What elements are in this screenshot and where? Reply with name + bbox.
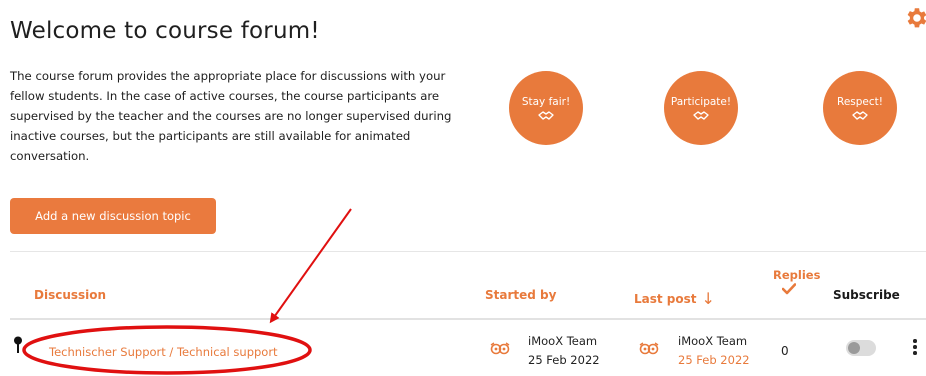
discussion-topic-link[interactable]: Technischer Support / Technical support: [49, 345, 278, 359]
handshake-icon: [852, 110, 868, 120]
column-header-last-post[interactable]: Last post ↓: [634, 288, 715, 308]
column-header-discussion[interactable]: Discussion: [34, 288, 106, 302]
add-discussion-topic-button[interactable]: Add a new discussion topic: [10, 198, 216, 234]
divider: [10, 251, 926, 252]
column-header-started-by[interactable]: Started by: [485, 288, 556, 302]
header-divider: [10, 318, 926, 320]
page-title: Welcome to course forum!: [10, 18, 320, 44]
started-by-user[interactable]: iMooX Team: [528, 334, 597, 348]
more-options-icon[interactable]: [912, 339, 918, 357]
column-header-replies[interactable]: Replies: [773, 268, 820, 282]
badge-label: Stay fair!: [521, 95, 571, 108]
forum-intro-text: The course forum provides the appropriat…: [10, 69, 452, 163]
subscribe-toggle[interactable]: [846, 340, 876, 356]
owl-avatar-icon: [639, 342, 659, 355]
handshake-icon: [693, 110, 709, 120]
badge-respect: Respect!: [823, 71, 897, 145]
badge-stay-fair: Stay fair!: [509, 71, 583, 145]
gear-icon[interactable]: [903, 5, 926, 31]
toggle-knob: [848, 342, 860, 354]
badge-participate: Participate!: [664, 71, 738, 145]
column-header-subscribe: Subscribe: [833, 288, 900, 302]
started-by-date: 25 Feb 2022: [528, 353, 600, 367]
checkmark-icon: [782, 283, 796, 295]
annotation-arrow: [269, 208, 352, 324]
replies-count: 0: [781, 344, 789, 358]
badge-label: Participate!: [670, 95, 732, 108]
arrow-down-icon: ↓: [701, 289, 715, 308]
last-post-date-link[interactable]: 25 Feb 2022: [678, 353, 750, 367]
badge-label: Respect!: [837, 95, 883, 108]
owl-avatar-icon: [490, 342, 510, 355]
pin-icon: [14, 336, 22, 353]
last-post-user[interactable]: iMooX Team: [678, 334, 747, 348]
handshake-icon: [538, 110, 554, 120]
